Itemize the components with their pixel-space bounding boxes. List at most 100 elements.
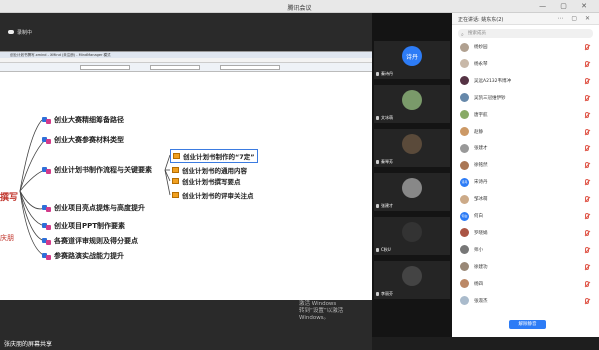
avatar: 何白: [460, 211, 469, 221]
member-name: 杨永琴: [474, 61, 488, 67]
video-tile[interactable]: C秋U: [374, 217, 450, 255]
avatar: [402, 178, 422, 198]
recording-label: 录制中: [17, 30, 33, 36]
mic-off-icon[interactable]: [585, 111, 589, 118]
participant-name: 秦琴芳: [381, 159, 393, 164]
mic-off-icon[interactable]: [585, 229, 589, 236]
member-row[interactable]: 师小: [460, 244, 595, 256]
member-row[interactable]: 杨四: [460, 278, 595, 290]
avatar: [460, 262, 469, 272]
avatar: [460, 160, 469, 170]
mic-off-icon[interactable]: [585, 77, 589, 84]
member-search-input[interactable]: ⌕ 搜索成员: [458, 29, 593, 38]
branch-topic[interactable]: 创业项目亮点提炼与高度提升: [42, 203, 145, 213]
topic-icon: [42, 116, 51, 124]
panel-controls[interactable]: ⋯ ▢ ✕: [557, 15, 593, 22]
topic-icon: [42, 237, 51, 245]
video-tile[interactable]: 张建才: [374, 173, 450, 211]
participant-name: 秦诗丹: [381, 71, 393, 76]
member-row[interactable]: 唐宇航: [460, 109, 595, 121]
video-tile[interactable]: 诗丹秦诗丹: [374, 41, 450, 79]
mic-icon: [376, 116, 379, 120]
app-toolbar[interactable]: [0, 63, 372, 72]
font-select[interactable]: [80, 65, 130, 70]
member-row[interactable]: 何白 何白: [460, 210, 595, 222]
mic-off-icon[interactable]: [585, 145, 589, 152]
mic-off-icon[interactable]: [585, 94, 589, 101]
mic-off-icon[interactable]: [585, 246, 589, 253]
mic-off-icon[interactable]: [585, 128, 589, 135]
root-topic-fragment[interactable]: 撰写: [0, 190, 18, 203]
avatar: [402, 90, 422, 110]
member-name: 杨四: [474, 281, 483, 287]
avatar: [460, 296, 469, 305]
branch-topic[interactable]: 参赛路演实战能力提升: [42, 251, 124, 261]
note-icon: [172, 192, 179, 198]
member-name: 徐建功: [474, 264, 488, 270]
share-footer: 张庆朋的屏幕共享: [0, 336, 372, 350]
video-tile[interactable]: 李丽芬: [374, 261, 450, 299]
mic-icon: [376, 160, 379, 164]
topic-icon: [42, 204, 51, 212]
member-row[interactable]: 吴凯三冠维伊钞: [460, 92, 595, 104]
avatar: [460, 110, 469, 120]
member-row[interactable]: 张淑杰: [460, 295, 595, 307]
avatar: [460, 76, 469, 86]
subtopic[interactable]: 创业计划书的评审关注点: [170, 189, 256, 201]
unmute-button[interactable]: 解除静音: [509, 320, 546, 329]
member-row[interactable]: 杨妙园: [460, 41, 595, 53]
member-name: 吴凯三冠维伊钞: [474, 95, 506, 101]
mic-off-icon[interactable]: [585, 162, 589, 169]
member-name: 何白: [474, 214, 483, 219]
member-row[interactable]: 吴远A2132韦博冲: [460, 75, 595, 87]
mindmap-canvas[interactable]: 撰写 庆朋 创业大赛精细筹备路径 创业大赛参赛材料类型 创业计划书制作流程与关键…: [0, 73, 372, 321]
member-name: 师小: [474, 247, 483, 253]
style-select[interactable]: [220, 65, 280, 70]
mic-off-icon[interactable]: [585, 297, 589, 304]
topic-icon: [42, 252, 51, 260]
mic-icon: [376, 248, 379, 252]
topic-icon: [42, 222, 51, 230]
avatar: 诗丹: [402, 46, 422, 66]
search-icon: ⌕: [461, 32, 464, 38]
avatar: [460, 59, 469, 69]
left-topic-fragment[interactable]: 庆朋: [0, 233, 14, 243]
subtopic-selected[interactable]: 创业计划书制作的“7定”: [170, 149, 258, 163]
member-row[interactable]: 徐建功: [460, 261, 595, 273]
mic-off-icon[interactable]: [585, 60, 589, 67]
mic-off-icon[interactable]: [585, 213, 589, 219]
member-row[interactable]: 徐铭然: [460, 159, 595, 171]
mic-off-icon[interactable]: [585, 44, 589, 50]
window-controls[interactable]: — ▢ ✕: [539, 2, 593, 10]
member-row[interactable]: 张建才: [460, 142, 595, 154]
avatar: 诗丹: [460, 177, 469, 187]
topic-icon: [42, 136, 51, 144]
branch-topic[interactable]: 创业大赛精细筹备路径: [42, 115, 124, 125]
presenter-label: 张庆朋的屏幕共享: [4, 341, 53, 348]
mic-off-icon[interactable]: [585, 179, 589, 186]
panel-header: 正在讲话: 姚东东(2) ⋯ ▢ ✕: [452, 13, 599, 25]
member-name: 宋诗丹: [474, 180, 488, 186]
video-tile[interactable]: 秦琴芳: [374, 129, 450, 167]
subtopic[interactable]: 创业计划书撰写要点: [170, 175, 243, 187]
member-row[interactable]: 诗丹 宋诗丹: [460, 176, 595, 188]
member-row[interactable]: 罗晓娟: [460, 227, 595, 239]
cloud-icon: [8, 30, 14, 34]
branch-topic[interactable]: 创业大赛参赛材料类型: [42, 135, 124, 145]
branch-topic[interactable]: 创业项目PPT制作要素: [42, 221, 125, 231]
participant-name: 文冰萌: [381, 115, 393, 120]
size-select[interactable]: [150, 65, 200, 70]
branch-topic[interactable]: 创业计划书制作流程与关键要素: [42, 165, 152, 175]
mic-off-icon[interactable]: [585, 263, 589, 270]
member-name: 张建才: [474, 146, 488, 152]
member-row[interactable]: 邹冰萌: [460, 193, 595, 205]
avatar: [460, 228, 469, 238]
avatar: [460, 42, 469, 52]
member-row[interactable]: 杨永琴: [460, 58, 595, 70]
mic-off-icon[interactable]: [585, 280, 589, 287]
mic-off-icon[interactable]: [585, 196, 589, 203]
member-name: 罗晓娟: [474, 230, 488, 236]
video-tile[interactable]: 文冰萌: [374, 85, 450, 123]
member-row[interactable]: 赵静: [460, 126, 595, 138]
branch-topic[interactable]: 各赛道评审规则及得分要点: [42, 236, 138, 246]
